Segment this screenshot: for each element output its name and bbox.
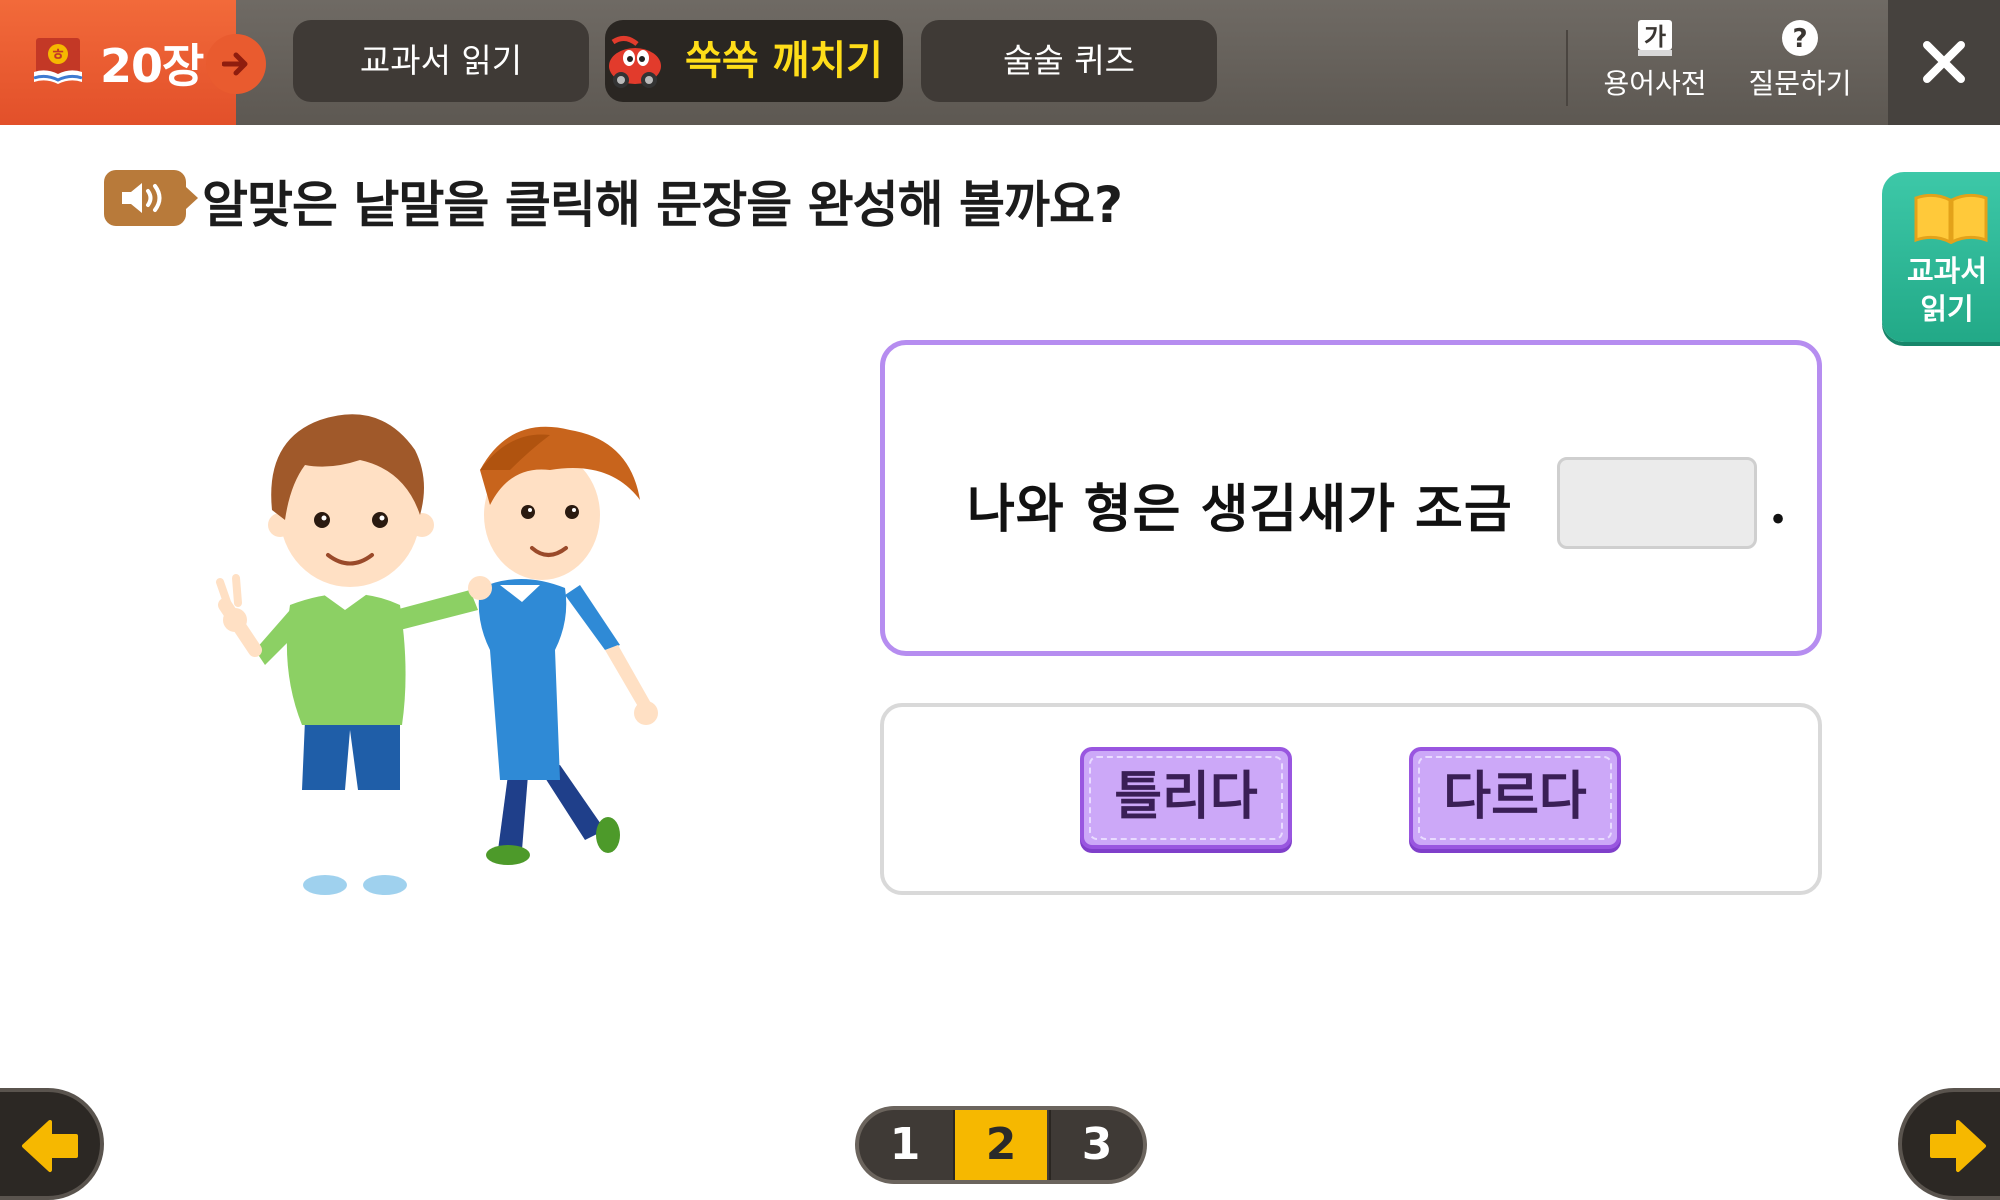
close-button[interactable] bbox=[1888, 0, 2000, 125]
sentence-text: 나와 형은 생김새가 조금 bbox=[967, 479, 1513, 540]
tab-label: 교과서 읽기 bbox=[359, 41, 523, 80]
instruction-text: 알맞은 낱말을 클릭해 문장을 완성해 볼까요? bbox=[202, 176, 1123, 234]
choice-label: 다르다 bbox=[1443, 766, 1587, 827]
next-page-button[interactable] bbox=[1898, 1088, 2000, 1200]
younger-boy-figure bbox=[216, 414, 492, 895]
dictionary-label: 용어사전 bbox=[1603, 67, 1707, 100]
dictionary-button[interactable]: 가 용어사전 bbox=[1590, 18, 1720, 108]
svg-text:ㅎ: ㅎ bbox=[51, 45, 66, 64]
side-tab-label-line1: 교과서 bbox=[1906, 254, 1988, 288]
choice-button-1[interactable]: 틀리다 bbox=[1080, 747, 1292, 849]
question-icon-text: ? bbox=[1792, 24, 1807, 54]
dictionary-icon: 가 bbox=[1638, 20, 1672, 56]
tab-label: 쏙쏙 깨치기 bbox=[685, 38, 883, 84]
book-icon bbox=[1914, 193, 1988, 244]
tab-quiz[interactable]: 술술 퀴즈 bbox=[921, 20, 1217, 102]
divider bbox=[1566, 30, 1568, 106]
page-button-2-current[interactable]: 2 bbox=[955, 1110, 1047, 1180]
ask-question-label: 질문하기 bbox=[1748, 67, 1852, 100]
car-mascot-icon bbox=[609, 36, 661, 88]
page-button-1[interactable]: 1 bbox=[859, 1110, 951, 1180]
ask-question-button[interactable]: ? 질문하기 bbox=[1735, 18, 1865, 108]
tab-learn-quickly[interactable]: 쏙쏙 깨치기 bbox=[605, 20, 903, 102]
top-bar: ㅎ 20장 교과서 읽기 쏙쏙 깨치기 술술 퀴즈 가 용어사전 ? 질문하기 bbox=[0, 0, 2000, 125]
two-boys-illustration bbox=[216, 414, 658, 895]
close-icon bbox=[1923, 41, 1965, 83]
tab-textbook-reading[interactable]: 교과서 읽기 bbox=[293, 20, 589, 102]
side-tab-textbook[interactable]: 교과서 읽기 bbox=[1882, 172, 2000, 342]
older-brother-figure bbox=[478, 426, 658, 865]
chapter-arrow-button[interactable] bbox=[206, 34, 266, 94]
sentence-period: . bbox=[1769, 475, 1788, 536]
side-tab-label: 교과서 읽기 bbox=[1892, 252, 2000, 328]
pagination: 1 2 3 bbox=[855, 1106, 1147, 1184]
choices-box: 틀리다 다르다 bbox=[880, 703, 1822, 895]
speaker-icon bbox=[122, 183, 162, 213]
question-icon: ? bbox=[1782, 20, 1818, 56]
speaker-button[interactable] bbox=[104, 170, 198, 226]
sentence-box: 나와 형은 생김새가 조금 . bbox=[880, 340, 1822, 656]
page-button-3[interactable]: 3 bbox=[1051, 1110, 1143, 1180]
dictionary-icon-text: 가 bbox=[1644, 23, 1666, 51]
chapter-header: ㅎ 20장 bbox=[0, 0, 266, 125]
answer-blank[interactable] bbox=[1557, 457, 1757, 549]
choice-label: 틀리다 bbox=[1114, 766, 1258, 827]
arrow-right-icon bbox=[222, 52, 248, 76]
tab-label: 술술 퀴즈 bbox=[1003, 41, 1135, 80]
choice-button-2[interactable]: 다르다 bbox=[1409, 747, 1621, 849]
chapter-label: 20장 bbox=[100, 39, 204, 93]
arrow-left-icon bbox=[22, 1120, 78, 1172]
book-logo-icon: ㅎ bbox=[33, 38, 83, 84]
arrow-right-icon bbox=[1930, 1120, 1986, 1172]
previous-page-button[interactable] bbox=[0, 1088, 104, 1200]
side-tab-label-line2: 읽기 bbox=[1920, 292, 1974, 326]
